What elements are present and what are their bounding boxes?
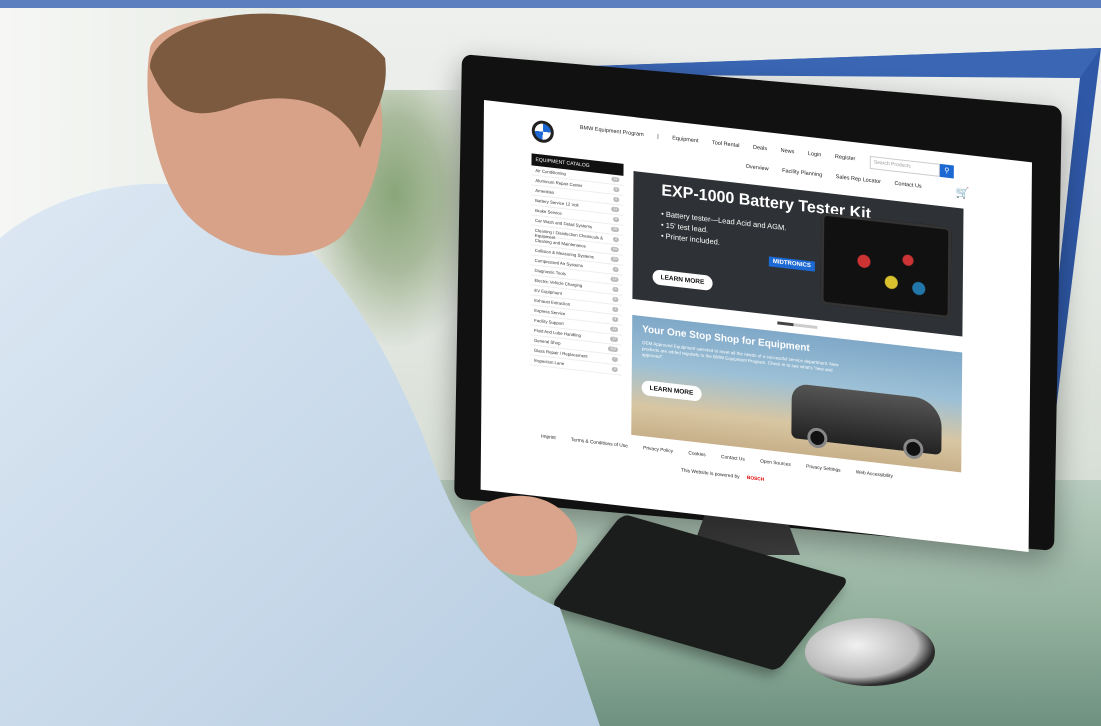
midtronics-logo: MIDTRONICS (768, 256, 815, 272)
catalog-item-count: 12 (610, 276, 619, 283)
catalog-item-count: 2 (611, 366, 618, 373)
nav-register[interactable]: Register (835, 154, 856, 162)
catalog-item-count: 11 (611, 206, 620, 213)
catalog-item-count: 2 (612, 236, 619, 243)
one-stop-shop-banner[interactable]: Your One Stop Shop for Equipment OEM App… (631, 314, 963, 473)
nav-facility-planning[interactable]: Facility Planning (782, 168, 822, 179)
nav-equipment[interactable]: Equipment (672, 135, 698, 144)
nav-login[interactable]: Login (808, 151, 822, 159)
footer-link-cookies[interactable]: Cookies (688, 451, 705, 458)
footer-link-contact[interactable]: Contact Us (721, 455, 745, 463)
catalog-item-count: 17 (610, 336, 619, 343)
footer-link-privacy-settings[interactable]: Privacy Settings (806, 465, 840, 474)
catalog-item-count: 4 (612, 266, 619, 273)
learn-more-button[interactable]: LEARN MORE (652, 269, 713, 291)
nav-sales-rep-locator[interactable]: Sales Rep Locator (836, 174, 881, 185)
search-icon[interactable]: ⚲ (939, 163, 954, 179)
catalog-item-count: 11 (610, 326, 619, 333)
search-input[interactable]: Search Products (869, 155, 940, 177)
catalog-item-count: 8 (612, 296, 619, 303)
nav-news[interactable]: News (781, 148, 795, 156)
catalog-item-count: 8 (613, 216, 620, 223)
footer-link-open-sources[interactable]: Open Sources (760, 459, 791, 467)
nav-contact-us[interactable]: Contact Us (894, 181, 921, 190)
man-at-computer (0, 13, 600, 726)
catalog-item-count: 6 (613, 196, 620, 203)
tester-cables-image (830, 233, 942, 306)
top-accent-bar (0, 0, 1101, 8)
catalog-item-count: 9 (612, 316, 619, 323)
learn-more-button[interactable]: LEARN MORE (641, 379, 702, 402)
catalog-item-count: 7 (611, 356, 618, 363)
catalog-item-count: 44 (610, 246, 619, 253)
catalog-item-count: 9 (613, 186, 620, 193)
bosch-logo: BOSCH (746, 475, 765, 483)
catalog-item-count: 22 (611, 176, 620, 183)
nav-divider: | (657, 133, 659, 140)
banner-bullets: Battery tester—Lead Acid and AGM. 15' te… (661, 208, 787, 255)
nav-tool-rental[interactable]: Tool Rental (712, 140, 740, 149)
catalog-item-count: 2 (612, 306, 619, 313)
catalog-item-count: 112 (608, 346, 618, 353)
footer-link-privacy[interactable]: Privacy Policy (643, 446, 673, 454)
computer-mouse (805, 618, 935, 686)
cart-icon[interactable]: 🛒 (956, 186, 970, 201)
powered-text: This Website is powered by (680, 468, 740, 481)
nav-deals[interactable]: Deals (753, 145, 767, 153)
footer-link-accessibility[interactable]: Web Accessibility (856, 470, 893, 479)
catalog-item-count: 6 (612, 286, 619, 293)
nav-overview[interactable]: Overview (746, 164, 769, 173)
catalog-item-count: 25 (611, 226, 620, 233)
powered-by: This Website is powered by BOSCH (681, 468, 764, 482)
catalog-item-count: 23 (610, 256, 619, 263)
carousel-indicator[interactable] (777, 321, 818, 329)
